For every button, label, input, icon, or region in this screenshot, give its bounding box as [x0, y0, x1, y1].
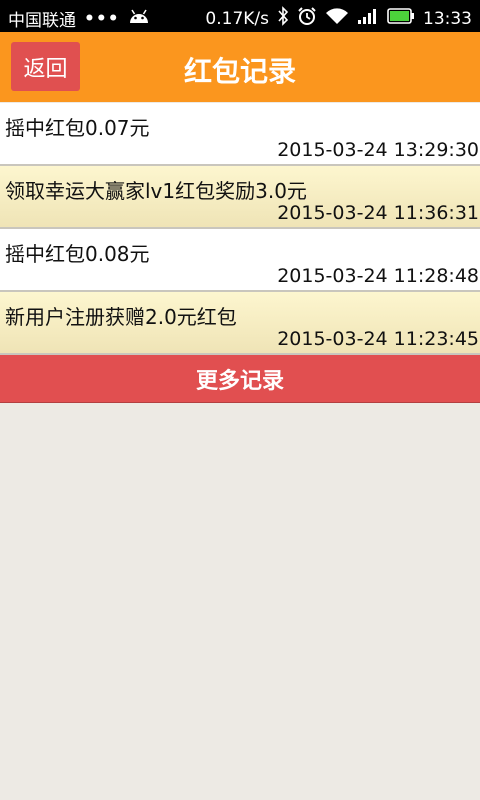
record-description: 领取幸运大赢家lv1红包奖励3.0元: [5, 179, 307, 203]
record-description: 摇中红包0.08元: [5, 242, 150, 266]
network-speed: 0.17K/s: [205, 8, 269, 29]
record-row[interactable]: 摇中红包0.07元 2015-03-24 13:29:30: [0, 103, 480, 166]
signal-icon: [357, 7, 379, 30]
record-row[interactable]: 摇中红包0.08元 2015-03-24 11:28:48: [0, 229, 480, 292]
record-description: 摇中红包0.07元: [5, 116, 150, 140]
alarm-icon: [297, 6, 317, 31]
record-timestamp: 2015-03-24 11:36:31: [277, 202, 479, 224]
record-list: 摇中红包0.07元 2015-03-24 13:29:30 领取幸运大赢家lv1…: [0, 103, 480, 355]
battery-icon: [387, 8, 415, 29]
record-description: 新用户注册获赠2.0元红包: [5, 305, 237, 329]
record-timestamp: 2015-03-24 11:28:48: [277, 265, 479, 287]
record-row[interactable]: 新用户注册获赠2.0元红包 2015-03-24 11:23:45: [0, 292, 480, 355]
record-row[interactable]: 领取幸运大赢家lv1红包奖励3.0元 2015-03-24 11:36:31: [0, 166, 480, 229]
carrier-label: 中国联通: [8, 11, 76, 31]
app-header: 返回 红包记录: [0, 32, 480, 102]
status-bar: 中国联通 ••• 0.17K/s 13:33: [0, 0, 480, 32]
notification-dots: •••: [84, 8, 120, 29]
wifi-icon: [325, 7, 349, 30]
clock: 13:33: [423, 8, 472, 29]
record-timestamp: 2015-03-24 13:29:30: [277, 139, 479, 161]
more-records-button[interactable]: 更多记录: [0, 355, 480, 403]
bluetooth-icon: [277, 6, 289, 31]
page-title: 红包记录: [183, 55, 296, 88]
android-icon: [128, 7, 150, 30]
record-timestamp: 2015-03-24 11:23:45: [277, 328, 479, 350]
